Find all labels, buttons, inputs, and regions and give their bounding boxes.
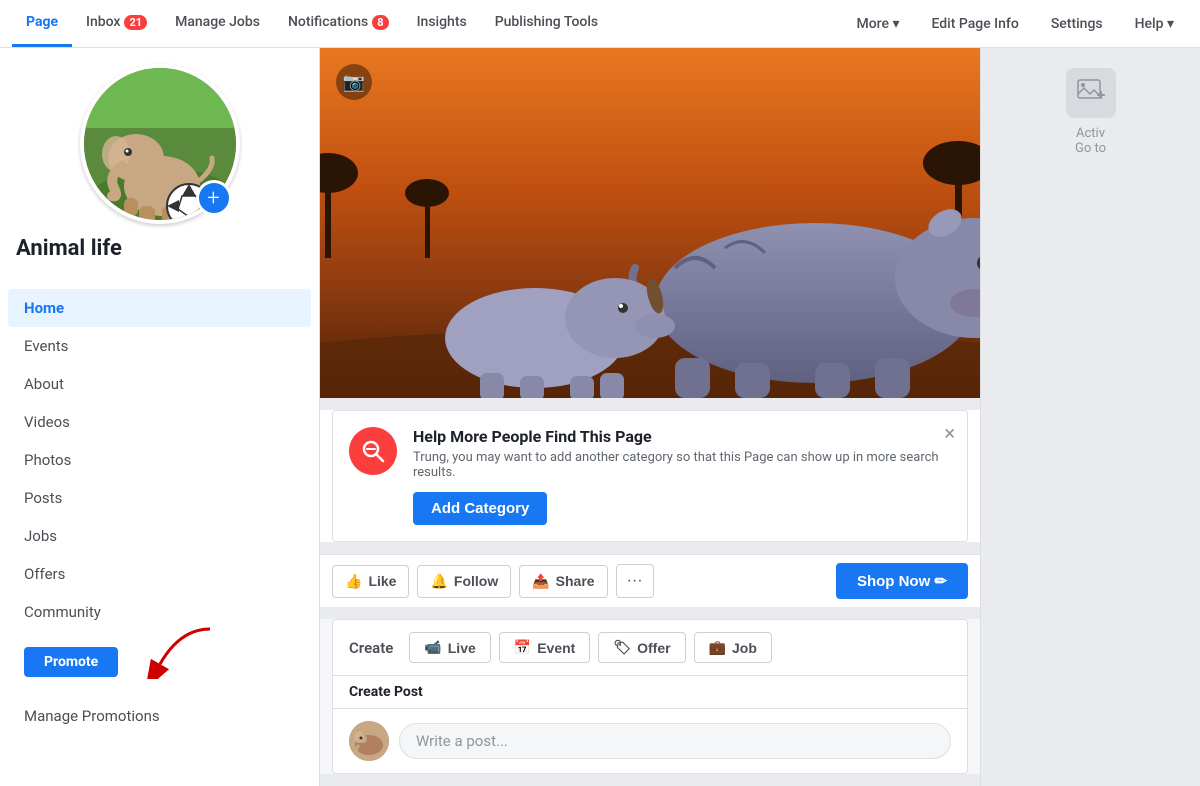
event-button[interactable]: 📅 Event <box>499 632 591 663</box>
right-panel-icon <box>1066 68 1116 118</box>
job-button[interactable]: 💼 Job <box>694 632 772 663</box>
add-photo-button[interactable]: + <box>196 180 232 216</box>
nav-label-notifications: Notifications <box>288 14 368 30</box>
share-label: Share <box>556 573 595 589</box>
nav-settings-button[interactable]: Settings <box>1037 10 1117 38</box>
nav-item-manage-jobs[interactable]: Manage Jobs <box>161 0 274 47</box>
sidebar-item-home[interactable]: Home <box>8 289 311 327</box>
sidebar-item-posts[interactable]: Posts <box>8 479 311 517</box>
nav-edit-page-info-button[interactable]: Edit Page Info <box>917 10 1032 38</box>
create-toolbar: Create 📹 Live 📅 Event 🏷 Offer 💼 <box>333 620 967 676</box>
nav-help-button[interactable]: Help ▾ <box>1121 10 1188 38</box>
notification-icon <box>349 427 397 475</box>
live-button[interactable]: 📹 Live <box>409 632 490 663</box>
event-icon: 📅 <box>514 639 531 656</box>
offer-label: Offer <box>637 640 670 656</box>
post-avatar <box>349 721 389 761</box>
offer-button[interactable]: 🏷 Offer <box>598 632 685 663</box>
manage-promotions-link[interactable]: Manage Promotions <box>0 699 319 733</box>
notification-close-button[interactable]: × <box>944 423 955 443</box>
nav-items: Page Inbox 21 Manage Jobs Notifications … <box>12 0 842 47</box>
nav-right-buttons: More ▾ Edit Page Info Settings Help ▾ <box>842 10 1200 38</box>
nav-label-insights: Insights <box>417 14 467 30</box>
nav-label-manage-jobs: Manage Jobs <box>175 14 260 30</box>
create-label: Create <box>349 639 393 657</box>
notification-banner: Help More People Find This Page Trung, y… <box>332 410 968 542</box>
create-area: Create 📹 Live 📅 Event 🏷 Offer 💼 <box>332 619 968 774</box>
job-icon: 💼 <box>709 639 726 656</box>
nav-item-notifications[interactable]: Notifications 8 <box>274 0 403 47</box>
like-icon: 👍 <box>345 573 362 590</box>
share-button[interactable]: 📤 Share <box>519 565 607 598</box>
nav-item-inbox[interactable]: Inbox 21 <box>72 0 161 47</box>
sidebar-item-events[interactable]: Events <box>8 327 311 365</box>
sidebar-item-about[interactable]: About <box>8 365 311 403</box>
profile-area: + Animal life <box>0 64 319 289</box>
cover-photo: 📷 <box>320 48 980 398</box>
notification-title: Help More People Find This Page <box>413 427 951 446</box>
like-label: Like <box>368 573 396 589</box>
notification-text: Help More People Find This Page Trung, y… <box>413 427 951 525</box>
search-icon <box>360 438 386 464</box>
nav-item-insights[interactable]: Insights <box>403 0 481 47</box>
profile-picture-wrap: + <box>80 64 240 224</box>
notification-description: Trung, you may want to add another categ… <box>413 450 951 480</box>
promote-button[interactable]: Promote <box>24 647 118 677</box>
main-content: 📷 Help More People Find This Page Trung,… <box>320 48 980 786</box>
nav-label-publishing-tools: Publishing Tools <box>495 14 598 30</box>
create-post-area: Write a post... <box>333 709 967 773</box>
image-add-icon <box>1076 78 1106 108</box>
more-options-button[interactable]: ··· <box>616 564 654 598</box>
sidebar: + Animal life Home Events About Videos P… <box>0 48 320 786</box>
top-navigation: Page Inbox 21 Manage Jobs Notifications … <box>0 0 1200 48</box>
follow-button[interactable]: 🔔 Follow <box>417 565 511 598</box>
sidebar-item-jobs[interactable]: Jobs <box>8 517 311 555</box>
shop-now-button[interactable]: Shop Now ✏ <box>836 563 968 599</box>
share-icon: 📤 <box>532 573 549 590</box>
nav-more-button[interactable]: More ▾ <box>842 10 913 38</box>
right-panel-active-text: Activ <box>1076 126 1105 141</box>
camera-icon[interactable]: 📷 <box>336 64 372 100</box>
live-label: Live <box>448 640 476 656</box>
create-post-label: Create Post <box>333 676 967 709</box>
event-label: Event <box>537 640 575 656</box>
live-icon: 📹 <box>424 639 441 656</box>
nav-label-page: Page <box>26 14 58 30</box>
action-bar: 👍 Like 🔔 Follow 📤 Share ··· Shop Now ✏ <box>320 554 980 607</box>
nav-label-inbox: Inbox <box>86 14 120 30</box>
sidebar-item-offers[interactable]: Offers <box>8 555 311 593</box>
page-name: Animal life <box>16 236 122 261</box>
like-button[interactable]: 👍 Like <box>332 565 409 598</box>
right-panel: Activ Go to <box>980 48 1200 786</box>
add-category-button[interactable]: Add Category <box>413 492 547 525</box>
red-arrow-indicator <box>140 624 220 679</box>
sidebar-item-photos[interactable]: Photos <box>8 441 311 479</box>
follow-label: Follow <box>454 573 498 589</box>
right-panel-inner: Activ Go to <box>981 48 1200 786</box>
sidebar-item-community[interactable]: Community <box>8 593 311 631</box>
sidebar-item-videos[interactable]: Videos <box>8 403 311 441</box>
main-layout: + Animal life Home Events About Videos P… <box>0 48 1200 786</box>
right-panel-goto-text: Go to <box>1075 141 1106 156</box>
post-input[interactable]: Write a post... <box>399 723 951 759</box>
follow-icon: 🔔 <box>430 573 447 590</box>
inbox-badge: 21 <box>124 15 147 30</box>
nav-item-publishing-tools[interactable]: Publishing Tools <box>481 0 612 47</box>
job-label: Job <box>732 640 757 656</box>
nav-item-page[interactable]: Page <box>12 0 72 47</box>
sidebar-navigation: Home Events About Videos Photos Posts Jo… <box>0 289 319 631</box>
notifications-badge: 8 <box>372 15 388 30</box>
offer-icon: 🏷 <box>613 639 631 656</box>
